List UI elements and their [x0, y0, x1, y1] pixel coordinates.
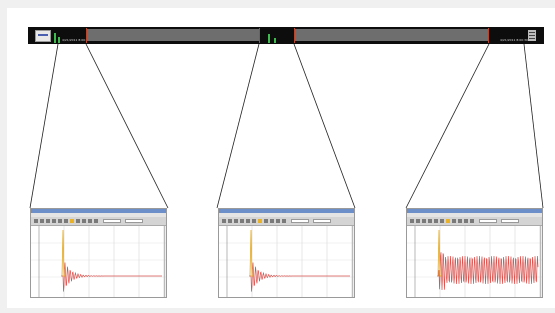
toolbar-button-icon[interactable] [252, 219, 256, 223]
toolbar-button-icon[interactable] [422, 219, 426, 223]
toolbar [31, 217, 166, 226]
connector-line [523, 43, 544, 209]
connector-line [29, 43, 59, 209]
toolbar-button-icon[interactable] [264, 219, 268, 223]
time-field[interactable] [313, 219, 331, 223]
zoom-window-2[interactable] [218, 208, 355, 298]
toolbar-button-icon[interactable] [276, 219, 280, 223]
toolbar-button-icon[interactable] [94, 219, 98, 223]
connector-line [216, 43, 260, 209]
toolbar-button-icon[interactable] [282, 219, 286, 223]
toolbar-button-icon[interactable] [416, 219, 420, 223]
toolbar-button-icon[interactable] [270, 219, 274, 223]
connector-line [405, 43, 490, 209]
toolbar-button-icon[interactable] [46, 219, 50, 223]
time-field[interactable] [125, 219, 143, 223]
toolbar-button-icon[interactable] [82, 219, 86, 223]
zoom-window-1[interactable] [30, 208, 167, 298]
zoom-window-3[interactable] [406, 208, 543, 298]
time-field[interactable] [479, 219, 497, 223]
diagram-page: 4/21/2011 8:00:00 4/21/2011 8:00:30 [0, 0, 555, 313]
toolbar-button-icon[interactable] [234, 219, 238, 223]
time-field[interactable] [103, 219, 121, 223]
toolbar-button-icon[interactable] [88, 219, 92, 223]
toolbar-button-icon[interactable] [64, 219, 68, 223]
highlight-tool-icon[interactable] [258, 219, 262, 223]
signal-trace [437, 252, 539, 291]
toolbar-button-icon[interactable] [246, 219, 250, 223]
toolbar-button-icon[interactable] [240, 219, 244, 223]
toolbar-button-icon[interactable] [458, 219, 462, 223]
toolbar-button-icon[interactable] [58, 219, 62, 223]
toolbar-button-icon[interactable] [34, 219, 38, 223]
time-field[interactable] [501, 219, 519, 223]
toolbar [219, 217, 354, 226]
toolbar-button-icon[interactable] [52, 219, 56, 223]
connector-line [85, 43, 169, 209]
toolbar-button-icon[interactable] [440, 219, 444, 223]
toolbar-button-icon[interactable] [228, 219, 232, 223]
signal-plot [407, 226, 542, 297]
toolbar-button-icon[interactable] [470, 219, 474, 223]
toolbar-button-icon[interactable] [428, 219, 432, 223]
toolbar-button-icon[interactable] [40, 219, 44, 223]
signal-plot [219, 226, 354, 297]
toolbar-button-icon[interactable] [434, 219, 438, 223]
highlight-tool-icon[interactable] [446, 219, 450, 223]
toolbar-button-icon[interactable] [410, 219, 414, 223]
connector-line [293, 43, 356, 209]
time-field[interactable] [291, 219, 309, 223]
toolbar-button-icon[interactable] [464, 219, 468, 223]
toolbar-button-icon[interactable] [222, 219, 226, 223]
signal-plot [31, 226, 166, 297]
highlight-tool-icon[interactable] [70, 219, 74, 223]
toolbar-button-icon[interactable] [452, 219, 456, 223]
toolbar [407, 217, 542, 226]
toolbar-button-icon[interactable] [76, 219, 80, 223]
